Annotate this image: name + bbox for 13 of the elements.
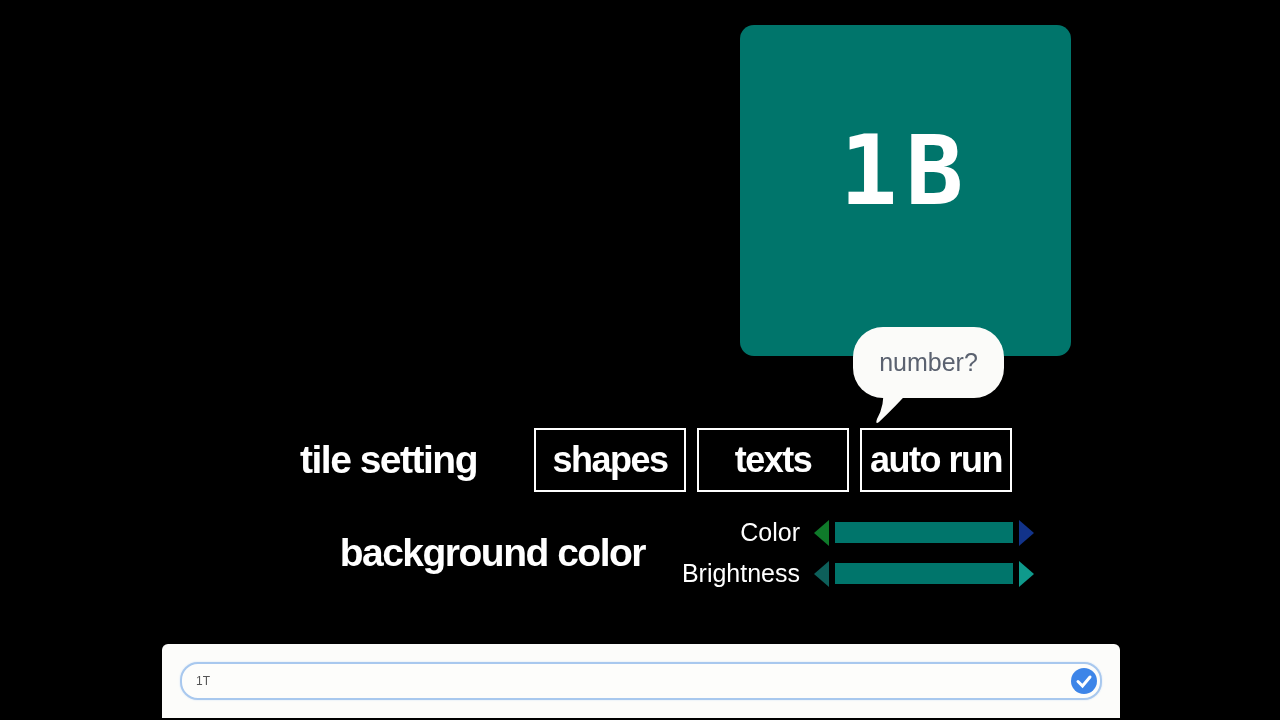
color-setting-label: background color [338,531,645,575]
slider-label: Color [739,518,800,547]
left-arrow-icon[interactable] [814,519,829,546]
hint-tooltip: number? [853,327,1004,425]
option-button[interactable]: texts [697,428,849,492]
slider-label: Brightness [680,559,800,588]
answer-field[interactable]: 1T [180,662,1102,700]
check-icon[interactable] [1070,667,1098,695]
right-arrow-icon[interactable] [1019,560,1034,587]
left-arrow-icon[interactable] [814,560,829,587]
option-button[interactable]: auto run [860,428,1012,492]
option-button[interactable]: shapes [534,428,686,492]
tile-setting-label: tile setting [300,438,479,482]
